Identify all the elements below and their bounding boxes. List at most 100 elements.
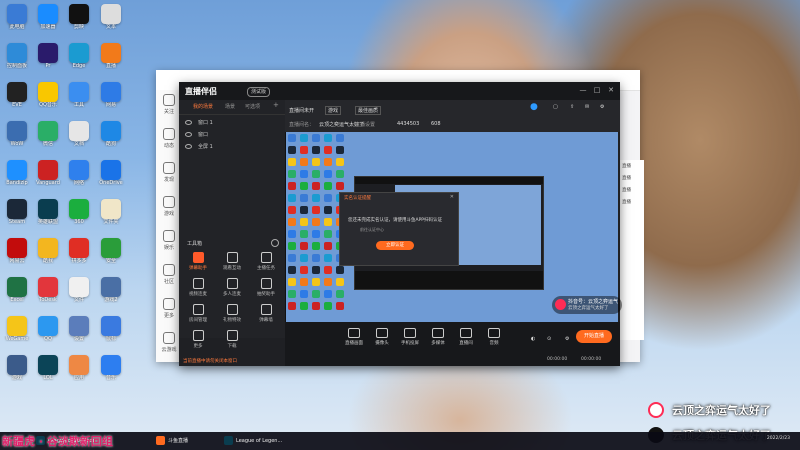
add-scene-button[interactable]: + — [273, 101, 279, 109]
preview-desktop-icon — [288, 278, 296, 286]
desktop-icon[interactable]: Vanguard — [33, 160, 63, 194]
desktop-icon[interactable]: 音乐 — [96, 355, 126, 389]
desktop-icon[interactable]: WoW — [2, 121, 32, 155]
tool-button[interactable]: 多人连麦 — [217, 276, 247, 300]
toolbar-button[interactable]: 多媒体 — [427, 328, 449, 346]
desktop-icon[interactable]: 微信 — [33, 121, 63, 155]
app-icon — [7, 238, 27, 258]
desktop-icon[interactable]: OneDrive — [96, 160, 126, 194]
desktop-icon[interactable]: 酷我 — [33, 238, 63, 272]
desktop-icon[interactable]: 直播 — [96, 43, 126, 77]
avatar[interactable]: ● — [530, 102, 538, 112]
settings-link[interactable]: 直播设置 — [355, 121, 375, 128]
desktop-icon-label: 网络 — [73, 180, 84, 186]
desktop-icon[interactable]: 文件夹 — [96, 199, 126, 233]
desktop-icon[interactable]: 剪映 — [64, 4, 94, 38]
toolbar-button[interactable]: 音频 — [483, 328, 505, 346]
verify-button[interactable]: 立即认证 — [376, 241, 414, 250]
preview-desktop-icon — [312, 206, 320, 214]
desktop-icon[interactable]: 文本 — [96, 4, 126, 38]
toolbar-button[interactable]: 手机投屏 — [399, 328, 421, 346]
tool-button[interactable]: 弹幕助手 — [183, 250, 213, 274]
desktop-icon[interactable]: 设置 — [64, 316, 94, 350]
desktop-icon[interactable]: 文件 — [64, 277, 94, 311]
gear-icon[interactable] — [271, 239, 279, 247]
app-icon — [38, 277, 58, 297]
taskbar-item[interactable]: 斗鱼直播 — [156, 435, 218, 447]
desktop-icon[interactable]: Bandizip — [2, 160, 32, 194]
tool-button[interactable]: 房间管理 — [183, 302, 213, 326]
verification-dialog[interactable]: 实名认证提醒 ✕ 您还未完成实名认证，请使用斗鱼APP扫码认证 前往认证中心 立… — [339, 192, 459, 266]
desktop-icon[interactable]: Steam — [2, 199, 32, 233]
toolbar-button-icon — [376, 328, 388, 338]
toolbar-button[interactable]: 直播画面 — [343, 328, 365, 346]
toolbar-button-icon — [432, 328, 444, 338]
desktop-icon[interactable]: 360 — [64, 199, 94, 233]
tab-my-scenes[interactable]: 我的场景 — [193, 103, 213, 110]
desktop-icon[interactable]: 鼠标 — [96, 316, 126, 350]
scene-row[interactable]: 窗口 1 — [179, 117, 285, 129]
tool-button[interactable]: 下载 — [217, 328, 247, 352]
desktop-icon[interactable]: QQ音乐 — [33, 82, 63, 116]
tool-button[interactable]: 抽奖助手 — [251, 276, 281, 300]
desktop-icon[interactable]: WeGame — [2, 316, 32, 350]
sidebar-icon — [163, 230, 175, 242]
monitor-icon[interactable]: ⊙ — [547, 336, 551, 342]
desktop-icon[interactable]: ToDesk — [33, 277, 63, 311]
tool-button[interactable]: 礼物特效 — [217, 302, 247, 326]
desktop-icon[interactable]: 安全 — [96, 238, 126, 272]
dialog-close-icon[interactable]: ✕ — [450, 194, 454, 200]
toolbar-button[interactable]: 直播间 — [455, 328, 477, 346]
eye-icon[interactable] — [185, 132, 192, 137]
tool-button[interactable]: 弹幕墙 — [251, 302, 281, 326]
close-icon[interactable]: ✕ — [607, 86, 615, 94]
desktop-icon[interactable]: 拼多多 — [64, 238, 94, 272]
go-live-button[interactable]: 开始直播 — [576, 330, 612, 343]
desktop-icon[interactable]: 游戏2 — [96, 277, 126, 311]
desktop-icon[interactable]: 工具 — [64, 82, 94, 116]
desktop-icon-label: 网易 — [105, 102, 116, 108]
desktop-icon[interactable]: LOL — [33, 355, 63, 389]
desktop-icon[interactable]: 网易 — [96, 82, 126, 116]
minimize-icon[interactable]: — — [579, 86, 587, 94]
eye-icon[interactable] — [185, 120, 192, 125]
desktop-icon[interactable]: 网络 — [64, 160, 94, 194]
quality-select[interactable]: 最佳画质 — [355, 106, 382, 115]
taskbar-item[interactable]: League of Legen... — [224, 435, 294, 447]
toolbar-button[interactable]: 摄像头 — [371, 328, 393, 346]
tool-button[interactable]: 主播任务 — [251, 250, 281, 274]
desktop-icon[interactable]: 加速器 — [33, 4, 63, 38]
category-select[interactable]: 游戏 — [325, 106, 342, 115]
desktop-icon[interactable]: 应用 — [64, 355, 94, 389]
desktop-icon-label: OneDrive — [99, 180, 123, 186]
scene-row[interactable]: 窗口 — [179, 129, 285, 141]
desktop-icon[interactable]: Excel — [2, 277, 32, 311]
desktop-icon[interactable]: 酷狗 — [96, 121, 126, 155]
message-icon[interactable]: ✉ — [585, 104, 589, 110]
desktop-icon[interactable]: 控制面板 — [2, 43, 32, 77]
desktop-icon[interactable]: 此电脑 — [2, 4, 32, 38]
desktop-icon[interactable]: Edge — [64, 43, 94, 77]
tab-scenes[interactable]: 场景 — [225, 103, 235, 110]
share-icon[interactable]: ⇪ — [570, 104, 574, 110]
streaming-app-window[interactable]: 直播伴侣 测试版 — □ ✕ 我的场景 场景 可选项 + 窗口 1 窗口 全屏 … — [179, 82, 620, 366]
maximize-icon[interactable]: □ — [593, 86, 601, 94]
desktop-icon[interactable]: 游戏 — [2, 355, 32, 389]
desktop-icon[interactable]: 英雄联盟 — [33, 199, 63, 233]
desktop-icon[interactable]: EVE — [2, 82, 32, 116]
tiktok-icon — [555, 299, 566, 310]
tool-button[interactable]: 更多 — [183, 328, 213, 352]
volume-icon[interactable]: ◐ — [531, 336, 535, 342]
scene-row[interactable]: 全屏 1 — [179, 141, 285, 153]
tool-button[interactable]: 观看互动 — [217, 250, 247, 274]
tool-button[interactable]: 视频连麦 — [183, 276, 213, 300]
eye-icon[interactable] — [185, 144, 192, 149]
tool-icon[interactable]: ⚙ — [600, 104, 604, 110]
desktop-icon[interactable]: 网易云 — [2, 238, 32, 272]
desktop-icon[interactable]: Pr — [33, 43, 63, 77]
chat-icon[interactable]: ▢ — [553, 104, 558, 110]
tab-optional[interactable]: 可选项 — [245, 103, 260, 110]
desktop-icon[interactable]: QQ — [33, 316, 63, 350]
desktop-icon[interactable]: 文档 — [64, 121, 94, 155]
settings-icon[interactable]: ⚙ — [565, 336, 569, 342]
